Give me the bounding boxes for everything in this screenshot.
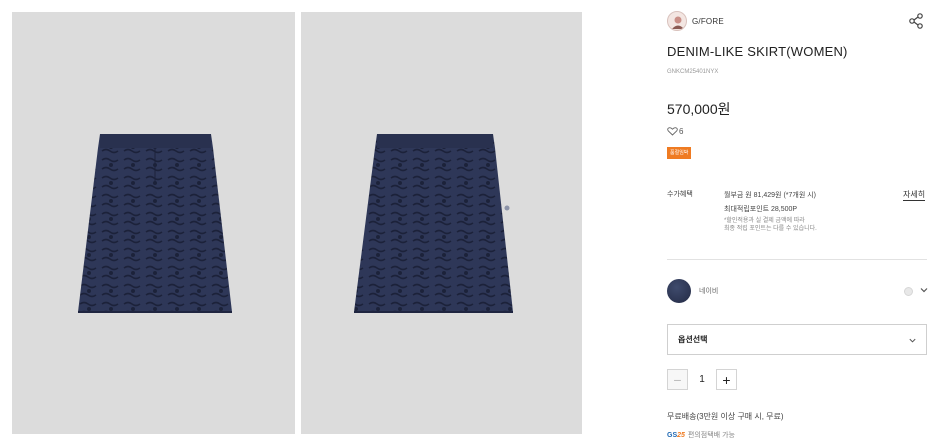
product-price: 570,000원	[667, 101, 731, 117]
gs25-delivery-info: GS25 편의점택배 가능	[667, 430, 735, 440]
status-badge: 품절임박	[667, 147, 692, 159]
like-count: 6	[679, 127, 684, 136]
points-text: 최대적립포인트 28,500P	[724, 206, 798, 213]
gs25-logo-prefix: GS	[667, 431, 678, 439]
heart-icon	[667, 127, 678, 136]
product-code: GNKCM25401NYX	[667, 69, 719, 75]
installment-text: 월부금 원 81,429원 (*7개원 시)	[724, 192, 816, 199]
color-name: 네이비	[699, 288, 719, 295]
gs25-text: 편의점택배 가능	[687, 432, 735, 439]
product-image-back[interactable]	[301, 12, 582, 434]
gs25-logo-number: 25	[677, 431, 685, 439]
divider	[667, 259, 927, 260]
quantity-value[interactable]: 1	[688, 374, 716, 385]
chevron-down-icon	[909, 338, 916, 343]
quantity-decrease-button[interactable]: −	[667, 369, 688, 390]
brand-row[interactable]: G/FORE	[667, 10, 724, 32]
chevron-down-icon	[920, 288, 928, 293]
skirt-front-image	[78, 134, 232, 313]
product-title: DENIM-LIKE SKIRT(WOMEN)	[667, 44, 848, 59]
benefit-label: 수가혜택	[667, 191, 693, 198]
benefit-detail-link[interactable]: 자세히	[903, 189, 926, 201]
option-select-label: 옵션선택	[678, 335, 708, 344]
share-icon	[909, 13, 923, 29]
color-swatch	[667, 279, 691, 303]
shipping-info: 무료배송(3만원 이상 구매 시, 무료)	[667, 412, 784, 421]
benefit-details: 월부금 원 81,429원 (*7개원 시) 최대적립포인트 28,500P *…	[724, 189, 817, 233]
option-select[interactable]: 옵션선택	[667, 324, 927, 355]
benefit-note-1: *할인적용과 실 결제 금액에 따라	[724, 218, 805, 224]
color-status-dot	[904, 287, 913, 296]
quantity-stepper: − 1 +	[667, 369, 737, 390]
quantity-increase-button[interactable]: +	[716, 369, 737, 390]
brand-name: G/FORE	[692, 16, 724, 26]
brand-logo	[667, 11, 687, 31]
skirt-back-image	[354, 134, 513, 313]
color-option[interactable]: 네이비	[667, 279, 929, 303]
share-button[interactable]	[907, 12, 925, 30]
gs25-logo: GS25	[667, 432, 685, 439]
product-image-front[interactable]	[12, 12, 295, 434]
benefit-note-2: 최종 적립 포인트는 다를 수 있습니다.	[724, 226, 817, 232]
like-button[interactable]: 6	[667, 127, 683, 136]
